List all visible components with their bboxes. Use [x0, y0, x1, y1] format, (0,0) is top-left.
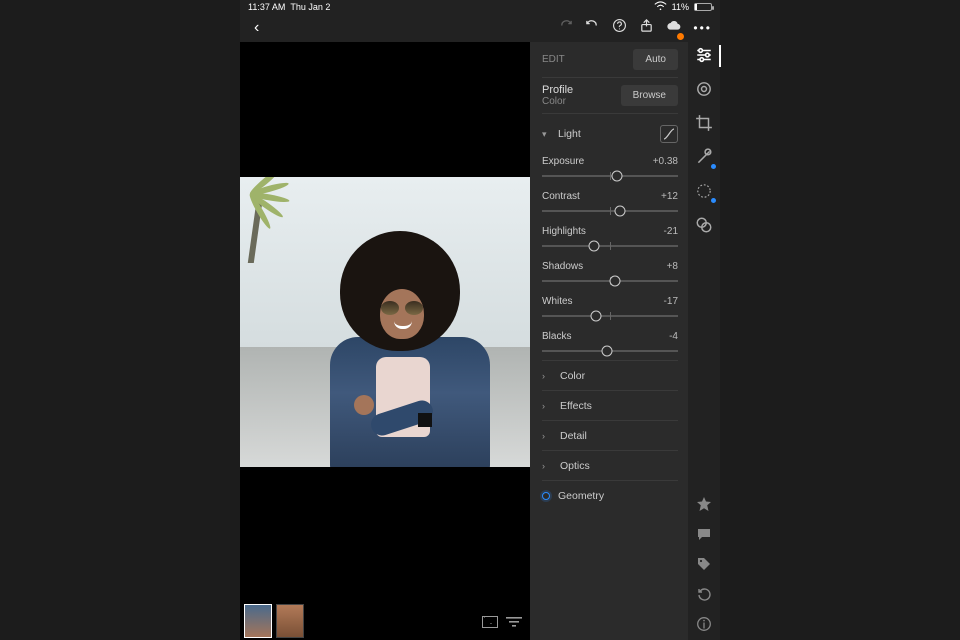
- geometry-indicator-icon: [542, 492, 550, 500]
- undo-icon[interactable]: [585, 18, 600, 38]
- slider-whites: Whites -17: [542, 290, 678, 325]
- slider-knob[interactable]: [610, 276, 621, 287]
- section-color[interactable]: › Color: [542, 360, 678, 390]
- edit-label: EDIT: [542, 54, 565, 65]
- reset-icon[interactable]: [696, 586, 712, 602]
- section-label: Detail: [560, 430, 587, 442]
- wifi-icon: [654, 1, 667, 13]
- slider-blacks: Blacks -4: [542, 325, 678, 360]
- slider-label: Contrast: [542, 191, 580, 202]
- battery-pct: 11%: [672, 2, 689, 12]
- slider-track[interactable]: [542, 204, 678, 218]
- slider-value: +0.38: [653, 156, 678, 167]
- slider-value: +12: [661, 191, 678, 202]
- slider-value: +8: [667, 261, 678, 272]
- profiles-tool-icon[interactable]: [695, 80, 713, 98]
- slider-track[interactable]: [542, 344, 678, 358]
- chevron-right-icon: ›: [542, 461, 552, 471]
- chevron-right-icon: ›: [542, 371, 552, 381]
- image-canvas: [240, 42, 530, 640]
- more-button[interactable]: •••: [693, 21, 712, 35]
- geometry-label: Geometry: [558, 490, 604, 502]
- slider-value: -17: [664, 296, 678, 307]
- slider-value: -4: [669, 331, 678, 342]
- crop-tool-icon[interactable]: [695, 114, 713, 132]
- slider-track[interactable]: [542, 274, 678, 288]
- photo-preview[interactable]: [240, 177, 530, 467]
- status-date: Thu Jan 2: [290, 2, 330, 12]
- edit-panel: EDIT Auto Profile Color Browse ▾ Light: [530, 42, 688, 640]
- info-icon[interactable]: [696, 616, 712, 632]
- thumbnail-selected[interactable]: [244, 604, 272, 638]
- filmstrip: [240, 602, 530, 640]
- top-toolbar: ‹ •••: [240, 14, 720, 42]
- chevron-right-icon: ›: [542, 401, 552, 411]
- back-button[interactable]: ‹: [248, 17, 265, 39]
- slider-knob[interactable]: [614, 206, 625, 217]
- slider-label: Shadows: [542, 261, 583, 272]
- help-icon[interactable]: [612, 18, 627, 38]
- light-section-label[interactable]: Light: [558, 128, 581, 140]
- share-icon[interactable]: [639, 18, 654, 38]
- filmstrip-filter-icon[interactable]: [502, 615, 526, 638]
- slider-shadows: Shadows +8: [542, 255, 678, 290]
- slider-knob[interactable]: [611, 171, 622, 182]
- cloud-sync-icon[interactable]: [666, 18, 681, 38]
- slider-track[interactable]: [542, 169, 678, 183]
- cloud-badge-icon: [677, 33, 684, 40]
- geometry-section[interactable]: Geometry: [542, 480, 678, 510]
- slider-track[interactable]: [542, 309, 678, 323]
- thumbnail[interactable]: [276, 604, 304, 638]
- app-frame: 11:37 AM Thu Jan 2 11% ‹: [240, 0, 720, 640]
- chevron-right-icon: ›: [542, 431, 552, 441]
- auto-button[interactable]: Auto: [633, 49, 678, 70]
- healing-tool-icon[interactable]: [695, 148, 713, 166]
- tag-icon[interactable]: [696, 556, 712, 572]
- adjust-tool-icon[interactable]: [695, 46, 713, 64]
- slider-label: Highlights: [542, 226, 586, 237]
- mail-icon[interactable]: [482, 616, 498, 628]
- section-label: Color: [560, 370, 585, 382]
- slider-contrast: Contrast +12: [542, 185, 678, 220]
- tool-rail: [688, 42, 720, 640]
- slider-knob[interactable]: [602, 346, 613, 357]
- redo-icon[interactable]: [558, 18, 573, 38]
- section-detail[interactable]: › Detail: [542, 420, 678, 450]
- status-time: 11:37 AM: [248, 2, 285, 12]
- slider-label: Exposure: [542, 156, 584, 167]
- browse-button[interactable]: Browse: [621, 85, 678, 106]
- slider-exposure: Exposure +0.38: [542, 150, 678, 185]
- slider-value: -21: [664, 226, 678, 237]
- section-effects[interactable]: › Effects: [542, 390, 678, 420]
- profile-label: Profile: [542, 84, 573, 96]
- slider-track[interactable]: [542, 239, 678, 253]
- slider-label: Whites: [542, 296, 573, 307]
- masking-tool-icon[interactable]: [695, 182, 713, 200]
- section-label: Effects: [560, 400, 592, 412]
- slider-knob[interactable]: [588, 241, 599, 252]
- section-label: Optics: [560, 460, 590, 472]
- presets-tool-icon[interactable]: [695, 216, 713, 234]
- tone-curve-icon[interactable]: [660, 125, 678, 143]
- status-bar: 11:37 AM Thu Jan 2 11%: [240, 0, 720, 14]
- star-icon[interactable]: [696, 496, 712, 512]
- battery-icon: [694, 3, 712, 11]
- chevron-down-icon[interactable]: ▾: [542, 129, 552, 140]
- slider-label: Blacks: [542, 331, 571, 342]
- slider-knob[interactable]: [591, 311, 602, 322]
- slider-highlights: Highlights -21: [542, 220, 678, 255]
- section-optics[interactable]: › Optics: [542, 450, 678, 480]
- profile-value: Color: [542, 96, 573, 107]
- comment-icon[interactable]: [696, 526, 712, 542]
